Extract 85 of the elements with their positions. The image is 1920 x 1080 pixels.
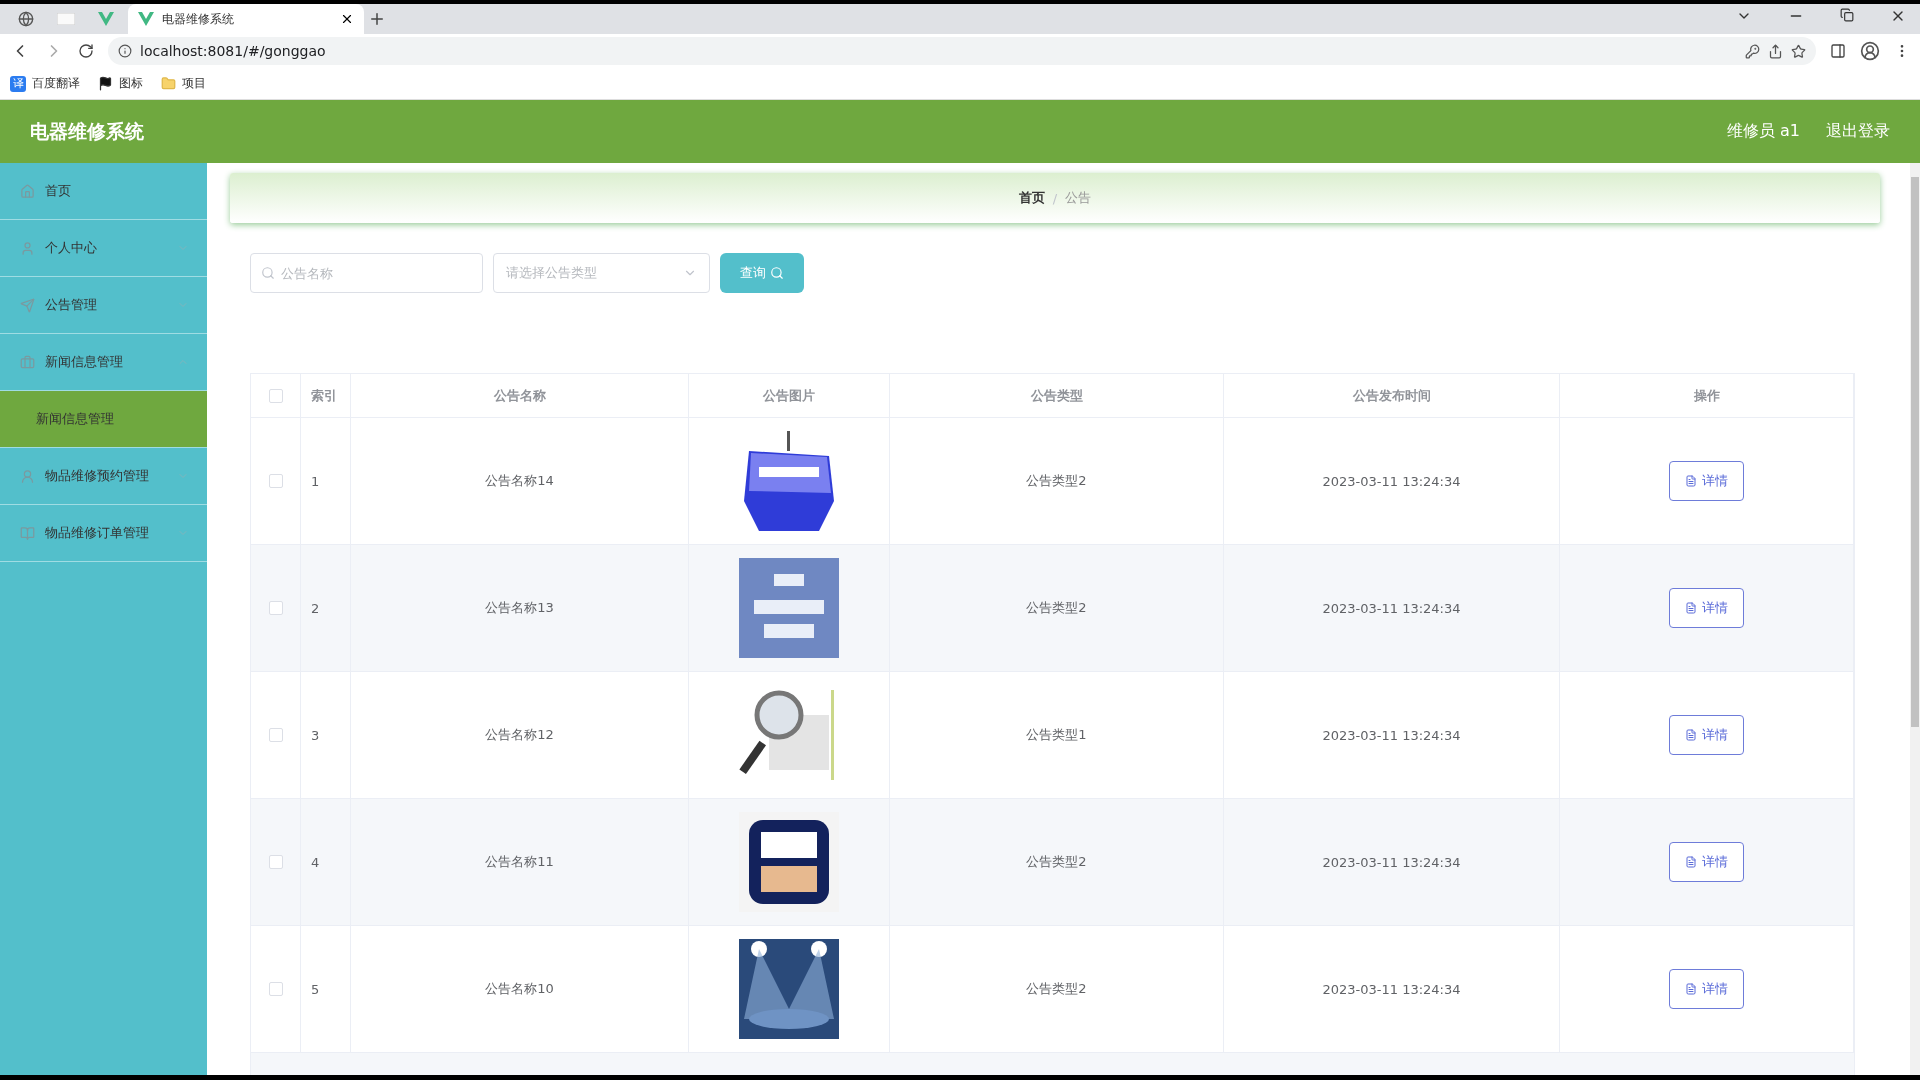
table-cell: 公告名称11 xyxy=(351,799,689,925)
table-cell: 4 xyxy=(301,799,351,925)
bookmark-badge: 译 xyxy=(10,75,26,92)
table-cell: 公告名称12 xyxy=(351,672,689,798)
table-cell: 5 xyxy=(301,926,351,1052)
menu-item-icon xyxy=(20,525,35,541)
column-header: 公告图片 xyxy=(689,374,890,417)
row-checkbox[interactable] xyxy=(268,855,283,869)
table-cell: 2023-03-11 13:24:34 xyxy=(1224,926,1560,1052)
share-icon[interactable] xyxy=(1768,43,1783,59)
address-bar[interactable]: localhost:8081/#/gonggao xyxy=(108,37,1816,65)
menu-item-icon xyxy=(20,297,35,313)
browser-tab[interactable]: 电器维修系统 xyxy=(128,4,364,34)
restore-icon[interactable] xyxy=(1840,8,1854,22)
table-cell: 公告类型2 xyxy=(890,799,1224,925)
sidebar-item[interactable]: 公告管理 xyxy=(0,277,207,334)
column-header: 公告名称 xyxy=(351,374,689,417)
table-cell: 3 xyxy=(301,672,351,798)
table-cell: 2 xyxy=(301,545,351,671)
table-cell: 1 xyxy=(301,418,351,544)
globe-icon xyxy=(18,11,34,27)
side-panel-icon[interactable] xyxy=(1830,43,1846,59)
profile-icon[interactable] xyxy=(1860,41,1880,61)
select-all-checkbox[interactable] xyxy=(268,388,283,403)
v-logo-icon xyxy=(98,12,114,26)
table-cell: 公告名称14 xyxy=(351,418,689,544)
bookmark-link[interactable]: 项目 xyxy=(182,75,206,92)
sidebar-item[interactable]: 个人中心 xyxy=(0,220,207,277)
document-icon xyxy=(1685,983,1697,995)
flag-icon xyxy=(98,76,113,91)
table-cell: 公告名称10 xyxy=(351,926,689,1052)
table-cell: 2023-03-11 13:24:34 xyxy=(1224,672,1560,798)
search-icon xyxy=(770,266,784,280)
folder-icon xyxy=(161,76,176,91)
scrollbar[interactable] xyxy=(1910,163,1920,1075)
sidebar-item[interactable]: 首页 xyxy=(0,163,207,220)
table-cell: 公告类型1 xyxy=(890,672,1224,798)
new-tab-icon[interactable] xyxy=(368,10,386,28)
column-header: 操作 xyxy=(1560,374,1854,417)
table-cell: 公告名称13 xyxy=(351,545,689,671)
row-checkbox[interactable] xyxy=(268,982,283,996)
table-cell: 公告类型2 xyxy=(890,926,1224,1052)
detail-button[interactable]: 详情 xyxy=(1669,461,1744,501)
bookmark-link[interactable]: 图标 xyxy=(119,75,143,92)
column-header: 索引 xyxy=(301,374,351,417)
detail-button[interactable]: 详情 xyxy=(1669,588,1744,628)
column-header: 公告类型 xyxy=(890,374,1224,417)
table-cell: 2023-03-11 13:24:34 xyxy=(1224,799,1560,925)
document-icon xyxy=(1685,475,1697,487)
document-icon xyxy=(1685,729,1697,741)
blank-page-icon xyxy=(57,13,75,25)
app-title: 电器维修系统 xyxy=(30,118,145,144)
detail-button[interactable]: 详情 xyxy=(1669,842,1744,882)
table-cell: 公告类型2 xyxy=(890,418,1224,544)
detail-button[interactable]: 详情 xyxy=(1669,715,1744,755)
close-icon[interactable] xyxy=(340,12,354,26)
info-icon[interactable] xyxy=(118,44,132,58)
table-cell: 公告类型2 xyxy=(890,545,1224,671)
sidebar-item[interactable]: 物品维修预约管理 xyxy=(0,448,207,505)
menu-item-icon xyxy=(20,240,35,256)
search-icon xyxy=(261,266,275,280)
menu-item-icon xyxy=(20,183,35,199)
v-logo-icon xyxy=(138,12,154,26)
url-text: localhost:8081/#/gonggao xyxy=(140,43,327,59)
sidebar-item[interactable]: 物品维修订单管理 xyxy=(0,505,207,562)
document-icon xyxy=(1685,856,1697,868)
row-checkbox[interactable] xyxy=(268,474,283,488)
detail-button[interactable]: 详情 xyxy=(1669,969,1744,1009)
row-checkbox[interactable] xyxy=(268,601,283,615)
star-icon[interactable] xyxy=(1791,43,1806,59)
column-header: 公告发布时间 xyxy=(1224,374,1560,417)
document-icon xyxy=(1685,602,1697,614)
breadcrumb-link[interactable]: 首页 xyxy=(1018,189,1045,207)
key-icon[interactable] xyxy=(1745,43,1760,59)
reload-icon[interactable] xyxy=(78,43,94,59)
menu-item-icon xyxy=(20,468,35,484)
sidebar-subitem[interactable]: 新闻信息管理 xyxy=(0,391,207,448)
search-field[interactable]: 公告名称 xyxy=(250,253,483,293)
menu-item-icon xyxy=(20,354,35,370)
table-cell: 2023-03-11 13:24:34 xyxy=(1224,545,1560,671)
row-checkbox[interactable] xyxy=(268,728,283,742)
breadcrumb-separator: / xyxy=(1052,190,1058,206)
tab-title: 电器维修系统 xyxy=(162,10,235,28)
table-cell: 2023-03-11 13:24:34 xyxy=(1224,418,1560,544)
bookmark-link[interactable]: 百度翻译 xyxy=(32,75,80,92)
